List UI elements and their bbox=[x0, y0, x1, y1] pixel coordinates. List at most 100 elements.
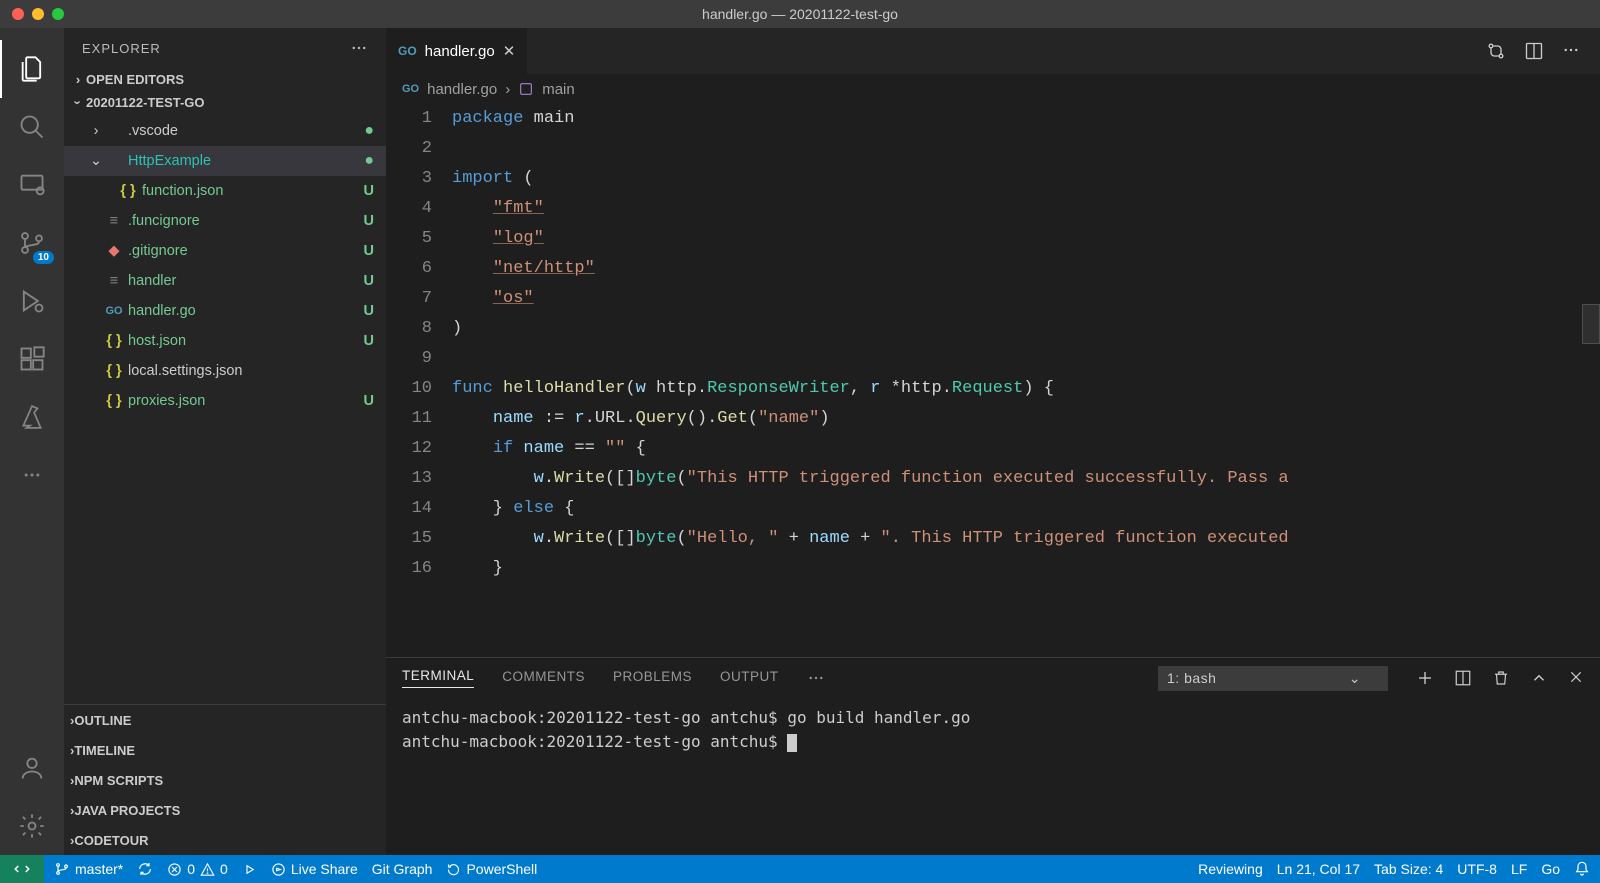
close-panel-button[interactable] bbox=[1568, 669, 1584, 687]
activity-remote-explorer[interactable] bbox=[0, 156, 64, 214]
folder-HttpExample[interactable]: ⌄HttpExample● bbox=[64, 146, 386, 176]
ellipsis-icon bbox=[350, 39, 368, 57]
activity-azure[interactable] bbox=[0, 388, 64, 446]
breadcrumb-symbol[interactable]: main bbox=[542, 81, 575, 98]
file-.funcignore[interactable]: ≡.funcignoreU bbox=[64, 206, 386, 236]
file-label: host.json bbox=[128, 333, 358, 349]
status-live-share[interactable]: Live Share bbox=[271, 861, 358, 877]
status-powershell[interactable]: PowerShell bbox=[446, 861, 537, 877]
open-editors-section[interactable]: › OPEN EDITORS bbox=[64, 68, 386, 91]
status-reviewing[interactable]: Reviewing bbox=[1198, 861, 1263, 877]
git-status: U bbox=[364, 333, 374, 349]
project-section[interactable]: › 20201122-TEST-GO bbox=[64, 91, 386, 114]
folder-.vscode[interactable]: ›.vscode● bbox=[64, 116, 386, 146]
file-icon: ◆ bbox=[104, 243, 124, 259]
breadcrumb-file[interactable]: handler.go bbox=[427, 81, 497, 98]
split-editor-button[interactable] bbox=[1524, 41, 1544, 61]
new-terminal-button[interactable] bbox=[1416, 669, 1434, 687]
panel-more-button[interactable] bbox=[807, 669, 825, 687]
file-icon: ≡ bbox=[104, 213, 124, 229]
azure-icon bbox=[19, 404, 45, 430]
activity-more[interactable] bbox=[0, 446, 64, 504]
sidebar-explorer: EXPLORER › OPEN EDITORS › 20201122-TEST-… bbox=[64, 28, 386, 855]
go-file-icon: GO bbox=[398, 44, 417, 58]
activity-account[interactable] bbox=[0, 739, 64, 797]
activity-extensions[interactable] bbox=[0, 330, 64, 388]
status-eol[interactable]: LF bbox=[1511, 861, 1527, 877]
kill-terminal-button[interactable] bbox=[1492, 669, 1510, 687]
git-status: U bbox=[364, 273, 374, 289]
close-window-button[interactable] bbox=[12, 8, 24, 20]
file-handler[interactable]: ≡handlerU bbox=[64, 266, 386, 296]
status-branch[interactable]: master* bbox=[54, 861, 123, 877]
activity-source-control[interactable]: 10 bbox=[0, 214, 64, 272]
activity-explorer[interactable] bbox=[0, 40, 64, 98]
live-share-icon bbox=[271, 862, 286, 877]
file-.gitignore[interactable]: ◆.gitignoreU bbox=[64, 236, 386, 266]
section-npm-scripts[interactable]: ›NPM SCRIPTS bbox=[64, 765, 386, 795]
bell-icon bbox=[1574, 861, 1590, 877]
ellipsis-icon bbox=[807, 669, 825, 687]
file-proxies.json[interactable]: { }proxies.json U bbox=[64, 386, 386, 416]
git-compare-icon bbox=[1486, 41, 1506, 61]
ellipsis-icon bbox=[1562, 41, 1580, 59]
git-status: U bbox=[364, 393, 374, 409]
terminal-selector[interactable]: 1: bash ⌄ bbox=[1158, 666, 1388, 691]
file-icon: { } bbox=[104, 393, 124, 409]
split-terminal-button[interactable] bbox=[1454, 669, 1472, 687]
activity-settings[interactable] bbox=[0, 797, 64, 855]
file-local.settings.json[interactable]: { }local.settings.json bbox=[64, 356, 386, 386]
activity-search[interactable] bbox=[0, 98, 64, 156]
status-git-graph[interactable]: Git Graph bbox=[372, 861, 433, 877]
status-debug[interactable] bbox=[242, 862, 257, 877]
code-editor[interactable]: 12345678910111213141516 package main imp… bbox=[386, 104, 1600, 657]
error-icon bbox=[167, 862, 182, 877]
file-host.json[interactable]: { }host.json U bbox=[64, 326, 386, 356]
maximize-window-button[interactable] bbox=[52, 8, 64, 20]
chevron-down-icon: ⌄ bbox=[1349, 670, 1361, 687]
panel-tab-terminal[interactable]: TERMINAL bbox=[402, 668, 474, 688]
panel-tab-output[interactable]: OUTPUT bbox=[720, 669, 779, 688]
section-timeline[interactable]: ›TIMELINE bbox=[64, 735, 386, 765]
tab-handler-go[interactable]: GO handler.go ✕ bbox=[386, 28, 527, 74]
status-encoding[interactable]: UTF-8 bbox=[1457, 861, 1497, 877]
breadcrumb-separator: › bbox=[505, 81, 510, 98]
activity-bar: 10 bbox=[0, 28, 64, 855]
maximize-panel-button[interactable] bbox=[1530, 669, 1548, 687]
play-bug-icon bbox=[18, 287, 46, 315]
breadcrumb[interactable]: GO handler.go › main bbox=[386, 74, 1600, 104]
explorer-title: EXPLORER bbox=[82, 41, 161, 56]
git-status: U bbox=[364, 303, 374, 319]
git-status: U bbox=[364, 183, 374, 199]
terminal[interactable]: antchu-macbook:20201122-test-go antchu$ … bbox=[386, 698, 1600, 855]
file-handler.go[interactable]: GOhandler.goU bbox=[64, 296, 386, 326]
status-notifications[interactable] bbox=[1574, 861, 1590, 877]
file-function.json[interactable]: { }function.jsonU bbox=[64, 176, 386, 206]
panel-tab-comments[interactable]: COMMENTS bbox=[502, 669, 585, 688]
remote-button[interactable] bbox=[0, 855, 44, 883]
status-language[interactable]: Go bbox=[1541, 861, 1560, 877]
status-tabsize[interactable]: Tab Size: 4 bbox=[1374, 861, 1443, 877]
status-problems[interactable]: 0 0 bbox=[167, 861, 228, 877]
close-tab-button[interactable]: ✕ bbox=[503, 42, 516, 60]
refresh-icon bbox=[446, 862, 461, 877]
explorer-more-button[interactable] bbox=[350, 39, 368, 57]
minimap[interactable] bbox=[1580, 104, 1600, 657]
compare-changes-button[interactable] bbox=[1486, 41, 1506, 61]
status-position[interactable]: Ln 21, Col 17 bbox=[1277, 861, 1360, 877]
section-outline[interactable]: ›OUTLINE bbox=[64, 705, 386, 735]
status-sync[interactable] bbox=[137, 861, 153, 877]
file-icon: { } bbox=[104, 333, 124, 349]
panel-tab-problems[interactable]: PROBLEMS bbox=[613, 669, 692, 688]
account-icon bbox=[18, 754, 46, 782]
file-tree: ›.vscode●⌄HttpExample●{ }function.jsonU≡… bbox=[64, 114, 386, 704]
activity-run-debug[interactable] bbox=[0, 272, 64, 330]
file-label: proxies.json bbox=[128, 393, 358, 409]
file-label: .funcignore bbox=[128, 213, 358, 229]
section-java-projects[interactable]: ›JAVA PROJECTS bbox=[64, 795, 386, 825]
git-status: ● bbox=[364, 152, 374, 170]
editor-more-button[interactable] bbox=[1562, 41, 1580, 61]
plus-icon bbox=[1416, 669, 1434, 687]
section-codetour[interactable]: ›CODETOUR bbox=[64, 825, 386, 855]
minimize-window-button[interactable] bbox=[32, 8, 44, 20]
